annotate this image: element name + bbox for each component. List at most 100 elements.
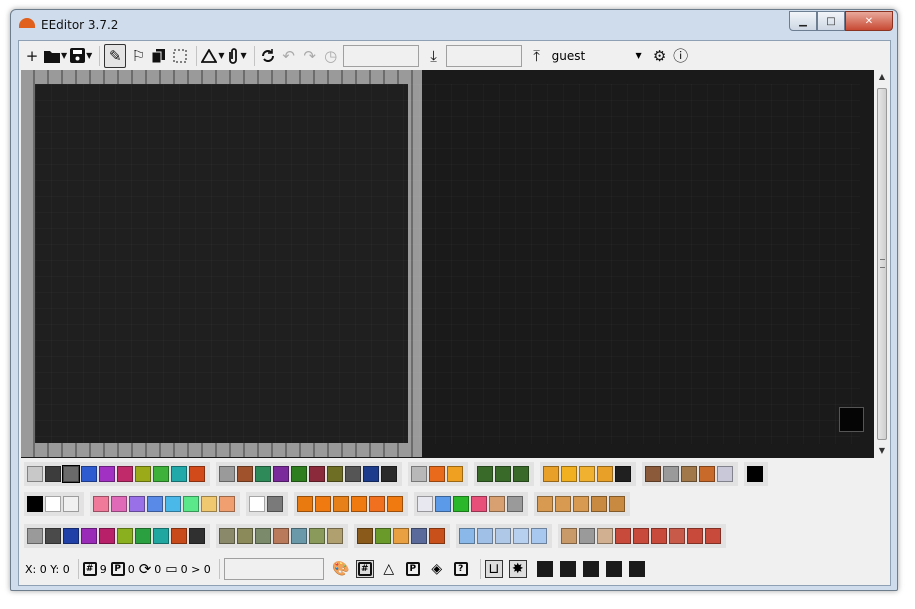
shapes-filter-button[interactable]: △: [380, 560, 398, 578]
scroll-down-arrow[interactable]: ▼: [875, 444, 889, 458]
block-swatch[interactable]: [117, 528, 133, 544]
vertical-scrollbar[interactable]: ▲ ▼: [875, 70, 889, 458]
block-swatch[interactable]: [537, 496, 553, 512]
maximize-button[interactable]: □: [817, 11, 845, 31]
fill-tool-button[interactable]: ⚐: [129, 45, 147, 67]
block-swatch[interactable]: [291, 528, 307, 544]
block-swatch[interactable]: [495, 528, 511, 544]
block-swatch[interactable]: [267, 496, 283, 512]
block-swatch[interactable]: [555, 496, 571, 512]
blocks-filter-button[interactable]: #: [355, 560, 374, 578]
block-swatch[interactable]: [201, 496, 217, 512]
block-swatch[interactable]: [45, 466, 61, 482]
block-swatch[interactable]: [411, 528, 427, 544]
block-swatch[interactable]: [309, 466, 325, 482]
block-swatch[interactable]: [417, 496, 433, 512]
history-button[interactable]: ◷: [322, 45, 340, 67]
layer-swatch[interactable]: [605, 561, 622, 577]
block-swatch[interactable]: [255, 528, 271, 544]
block-swatch[interactable]: [189, 528, 205, 544]
block-swatch[interactable]: [297, 496, 313, 512]
block-swatch[interactable]: [171, 466, 187, 482]
block-swatch[interactable]: [591, 496, 607, 512]
block-swatch[interactable]: [363, 466, 379, 482]
block-swatch[interactable]: [351, 496, 367, 512]
redo-button[interactable]: ↷: [301, 45, 319, 67]
block-swatch[interactable]: [237, 528, 253, 544]
block-swatch[interactable]: [699, 466, 715, 482]
account-select[interactable]: guest ▼: [549, 46, 645, 66]
block-swatch[interactable]: [447, 466, 463, 482]
world-name-input[interactable]: [445, 44, 522, 67]
block-swatch[interactable]: [633, 528, 649, 544]
block-swatch[interactable]: [513, 528, 529, 544]
block-swatch[interactable]: [62, 465, 80, 483]
block-swatch[interactable]: [273, 466, 289, 482]
block-swatch[interactable]: [573, 496, 589, 512]
block-swatch[interactable]: [651, 528, 667, 544]
block-search-input[interactable]: [223, 558, 324, 580]
block-swatch[interactable]: [669, 528, 685, 544]
block-swatch[interactable]: [63, 496, 79, 512]
block-swatch[interactable]: [345, 466, 361, 482]
block-swatch[interactable]: [381, 466, 397, 482]
block-swatch[interactable]: [111, 496, 127, 512]
block-swatch[interactable]: [99, 528, 115, 544]
block-swatch[interactable]: [435, 496, 451, 512]
block-swatch[interactable]: [273, 528, 289, 544]
block-swatch[interactable]: [237, 466, 253, 482]
block-swatch[interactable]: [471, 496, 487, 512]
block-swatch[interactable]: [579, 466, 595, 482]
block-swatch[interactable]: [645, 466, 661, 482]
block-swatch[interactable]: [129, 496, 145, 512]
download-button[interactable]: ⤓: [425, 45, 443, 67]
block-swatch[interactable]: [165, 496, 181, 512]
attachments-button[interactable]: ▼: [227, 45, 247, 67]
block-swatch[interactable]: [219, 466, 235, 482]
block-swatch[interactable]: [681, 466, 697, 482]
block-swatch[interactable]: [579, 528, 595, 544]
block-swatch[interactable]: [219, 528, 235, 544]
block-swatch[interactable]: [147, 496, 163, 512]
scroll-thumb[interactable]: [877, 88, 887, 440]
block-swatch[interactable]: [99, 466, 115, 482]
close-button[interactable]: ✕: [845, 11, 893, 31]
block-swatch[interactable]: [135, 528, 151, 544]
block-swatch[interactable]: [717, 466, 733, 482]
block-swatch[interactable]: [531, 528, 547, 544]
info-button[interactable]: ⓘ: [672, 45, 690, 67]
block-swatch[interactable]: [27, 528, 43, 544]
block-swatch[interactable]: [327, 466, 343, 482]
foreground-layer-button[interactable]: ⊔: [484, 560, 503, 578]
layer-swatch[interactable]: [536, 561, 553, 577]
block-swatch[interactable]: [477, 528, 493, 544]
block-swatch[interactable]: [93, 496, 109, 512]
undo-button[interactable]: ↶: [280, 45, 298, 67]
block-swatch[interactable]: [27, 466, 43, 482]
block-swatch[interactable]: [687, 528, 703, 544]
block-swatch[interactable]: [45, 496, 61, 512]
layer-swatch[interactable]: [559, 561, 576, 577]
block-swatch[interactable]: [429, 528, 445, 544]
block-swatch[interactable]: [81, 466, 97, 482]
shapes-button[interactable]: ▼: [201, 45, 224, 67]
block-swatch[interactable]: [507, 496, 523, 512]
layer-swatch[interactable]: [582, 561, 599, 577]
block-swatch[interactable]: [333, 496, 349, 512]
block-swatch[interactable]: [429, 466, 445, 482]
block-swatch[interactable]: [117, 466, 133, 482]
portal-filter-button[interactable]: P: [404, 560, 422, 578]
block-swatch[interactable]: [171, 528, 187, 544]
block-swatch[interactable]: [153, 528, 169, 544]
block-swatch[interactable]: [459, 528, 475, 544]
block-swatch[interactable]: [477, 466, 493, 482]
block-swatch[interactable]: [495, 466, 511, 482]
new-world-button[interactable]: +: [23, 45, 41, 67]
block-swatch[interactable]: [327, 528, 343, 544]
block-swatch[interactable]: [291, 466, 307, 482]
block-swatch[interactable]: [489, 496, 505, 512]
scroll-up-arrow[interactable]: ▲: [875, 70, 889, 84]
block-swatch[interactable]: [219, 496, 235, 512]
block-swatch[interactable]: [615, 466, 631, 482]
block-swatch[interactable]: [387, 496, 403, 512]
